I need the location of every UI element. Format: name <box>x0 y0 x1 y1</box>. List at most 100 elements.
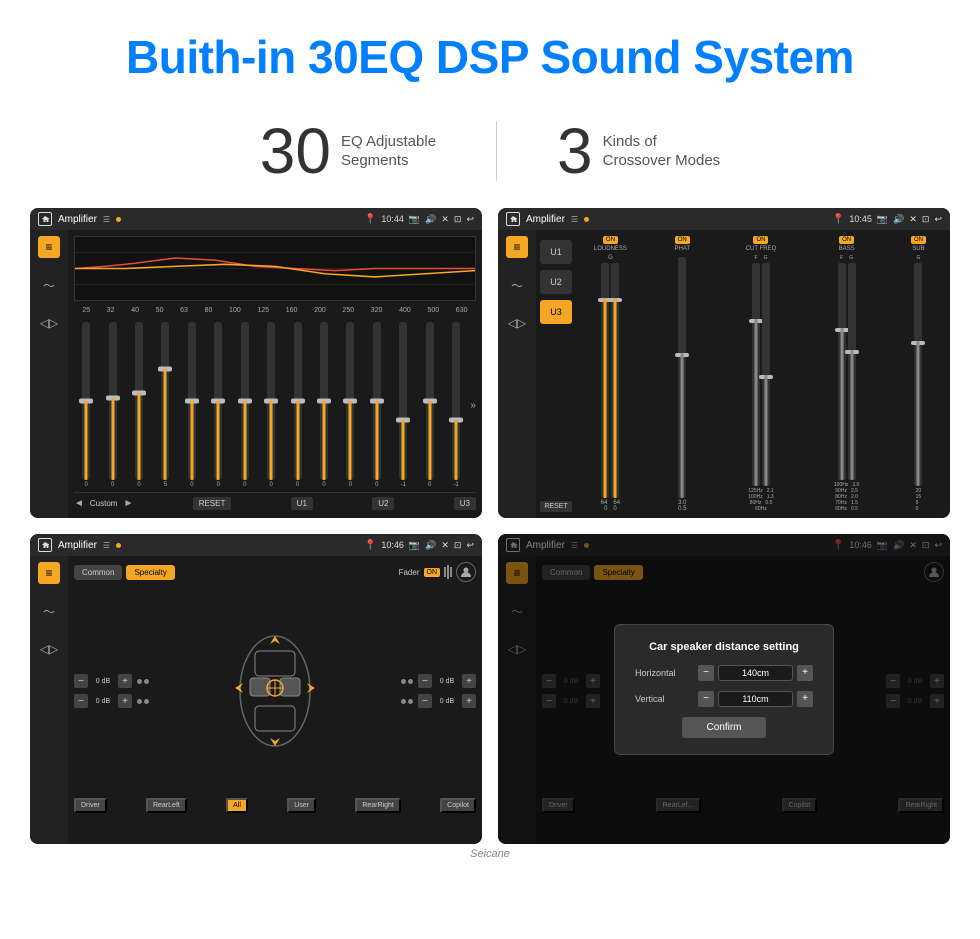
screen2-menu[interactable]: ☰ <box>571 215 578 224</box>
eq-slider-10[interactable]: 0 <box>338 322 362 488</box>
home-icon-1[interactable] <box>38 212 52 226</box>
screen1-dot-icon <box>116 217 121 222</box>
u2-btn-1[interactable]: U2 <box>372 497 394 510</box>
plus-btn-3[interactable]: + <box>462 674 476 688</box>
speaker-dots-4 <box>401 699 413 704</box>
home-icon-3[interactable] <box>38 538 52 552</box>
stat-eq-desc: EQ Adjustable Segments <box>341 132 436 171</box>
rearleft-btn-3[interactable]: RearLeft <box>146 798 187 813</box>
on-badge-cutfreq: ON <box>753 236 768 244</box>
all-btn-3[interactable]: All <box>226 798 248 813</box>
eq-slider-4[interactable]: 0 <box>180 322 204 488</box>
loudness-slider-r[interactable] <box>611 263 619 498</box>
specialty-tab-3[interactable]: Specialty <box>126 565 174 580</box>
minus-btn-4[interactable]: − <box>418 694 432 708</box>
on-badge-phat: ON <box>675 236 690 244</box>
status-right-1: 📍 10:44 📷 🔊 ✕ ⊡ ↩ <box>364 214 474 225</box>
eq-slider-2[interactable]: 0 <box>127 322 151 488</box>
dialog-vertical-row: Vertical − 110cm + <box>635 691 813 707</box>
screen3-main: Common Specialty Fader ON <box>68 556 482 844</box>
eq-icon-3[interactable]: ≡ <box>38 562 60 584</box>
wave-icon-3[interactable]: 〜 <box>38 600 60 622</box>
cutfreq-slider-g[interactable] <box>762 263 770 486</box>
back-icon-2[interactable]: ↩ <box>934 214 942 225</box>
rearright-btn-3[interactable]: RearRight <box>355 798 401 813</box>
eq-slider-9[interactable]: 0 <box>312 322 336 488</box>
reset-btn-1[interactable]: RESET <box>193 497 232 510</box>
eq-slider-7[interactable]: 0 <box>259 322 283 488</box>
expand-icon-3[interactable]: ⊡ <box>454 540 462 551</box>
eq-slider-5[interactable]: 0 <box>206 322 230 488</box>
u1-btn-2[interactable]: U1 <box>540 240 572 264</box>
u1-btn-1[interactable]: U1 <box>291 497 313 510</box>
control-row-3: − 0 dB + <box>401 674 476 688</box>
vertical-minus[interactable]: − <box>698 691 714 707</box>
eq-slider-6[interactable]: 0 <box>233 322 257 488</box>
bass-slider-f[interactable] <box>838 263 846 480</box>
screen2-dot <box>584 217 589 222</box>
close-icon-1[interactable]: ✕ <box>441 214 449 225</box>
screens-grid: Amplifier ☰ 📍 10:44 📷 🔊 ✕ ⊡ ↩ ≡ 〜 ◁▷ <box>0 208 980 844</box>
volume-sidebar-icon-1[interactable]: ◁▷ <box>38 312 60 334</box>
wave-icon-1[interactable]: 〜 <box>38 274 60 296</box>
cutfreq-label: CUT FREQ <box>746 246 777 252</box>
eq-slider-14[interactable]: -1 <box>444 322 468 488</box>
vol-icon-3: 🔊 <box>425 540 436 551</box>
expand-icon-2[interactable]: ⊡ <box>922 214 930 225</box>
wave-icon-2[interactable]: 〜 <box>506 274 528 296</box>
u3-btn-1[interactable]: U3 <box>454 497 476 510</box>
eq-slider-8[interactable]: 0 <box>285 322 309 488</box>
driver-btn-3[interactable]: Driver <box>74 798 107 813</box>
plus-btn-4[interactable]: + <box>462 694 476 708</box>
back-icon-3[interactable]: ↩ <box>466 540 474 551</box>
minus-btn-1[interactable]: − <box>74 674 88 688</box>
minus-btn-2[interactable]: − <box>74 694 88 708</box>
horizontal-plus[interactable]: + <box>797 665 813 681</box>
vol-sidebar-3[interactable]: ◁▷ <box>38 638 60 660</box>
close-icon-3[interactable]: ✕ <box>441 540 449 551</box>
user-btn-3[interactable]: User <box>287 798 316 813</box>
eq-icon-1[interactable]: ≡ <box>38 236 60 258</box>
minus-btn-3[interactable]: − <box>418 674 432 688</box>
vertical-label: Vertical <box>635 694 690 704</box>
status-left-1: Amplifier ☰ <box>38 212 121 226</box>
copilot-btn-3[interactable]: Copilot <box>440 798 476 813</box>
u3-btn-2[interactable]: U3 <box>540 300 572 324</box>
bass-slider-g[interactable] <box>848 263 856 480</box>
bass-vals-4: 60Hz0.5 <box>835 506 858 512</box>
eq-slider-12[interactable]: -1 <box>391 322 415 488</box>
plus-btn-2[interactable]: + <box>118 694 132 708</box>
expand-icon-1[interactable]: ⊡ <box>454 214 462 225</box>
expand-arrows[interactable]: » <box>470 322 476 488</box>
eq-container: 2532 4050 6380 100125 160200 250320 4005… <box>74 236 476 512</box>
vertical-plus[interactable]: + <box>797 691 813 707</box>
confirm-button[interactable]: Confirm <box>682 717 765 738</box>
sub-slider[interactable] <box>914 263 922 486</box>
eq-slider-11[interactable]: 0 <box>365 322 389 488</box>
back-icon-1[interactable]: ↩ <box>466 214 474 225</box>
nav-arrows[interactable]: Custom <box>74 498 133 509</box>
reset-btn-2[interactable]: RESET <box>540 501 572 512</box>
arrow-left[interactable] <box>74 498 84 509</box>
eq-slider-0[interactable]: 0 <box>74 322 98 488</box>
plus-btn-1[interactable]: + <box>118 674 132 688</box>
eq-slider-3[interactable]: 5 <box>153 322 177 488</box>
close-icon-2[interactable]: ✕ <box>909 214 917 225</box>
arrow-right[interactable] <box>123 498 133 509</box>
horizontal-minus[interactable]: − <box>698 665 714 681</box>
status-bar-2: Amplifier ☰ 📍 10:45 📷 🔊 ✕ ⊡ ↩ <box>498 208 950 230</box>
eq-icon-2[interactable]: ≡ <box>506 236 528 258</box>
vol-sidebar-2[interactable]: ◁▷ <box>506 312 528 334</box>
home-icon-2[interactable] <box>506 212 520 226</box>
eq-slider-13[interactable]: 0 <box>417 322 441 488</box>
screen1-menu-icon[interactable]: ☰ <box>103 215 110 224</box>
phat-slider[interactable] <box>678 257 686 498</box>
u2-btn-2[interactable]: U2 <box>540 270 572 294</box>
control-row-1: − 0 dB + <box>74 674 149 688</box>
eq-slider-1[interactable]: 0 <box>100 322 124 488</box>
screen-speaker: Amplifier ☰ 📍 10:46 📷 🔊 ✕ ⊡ ↩ ≡ 〜 ◁▷ <box>30 534 482 844</box>
common-tab-3[interactable]: Common <box>74 565 122 580</box>
crossover-layout: U1 U2 U3 RESET ON LOUDNESS G <box>540 236 946 512</box>
screen3-menu[interactable]: ☰ <box>103 541 110 550</box>
user-icon-3[interactable] <box>456 562 476 582</box>
